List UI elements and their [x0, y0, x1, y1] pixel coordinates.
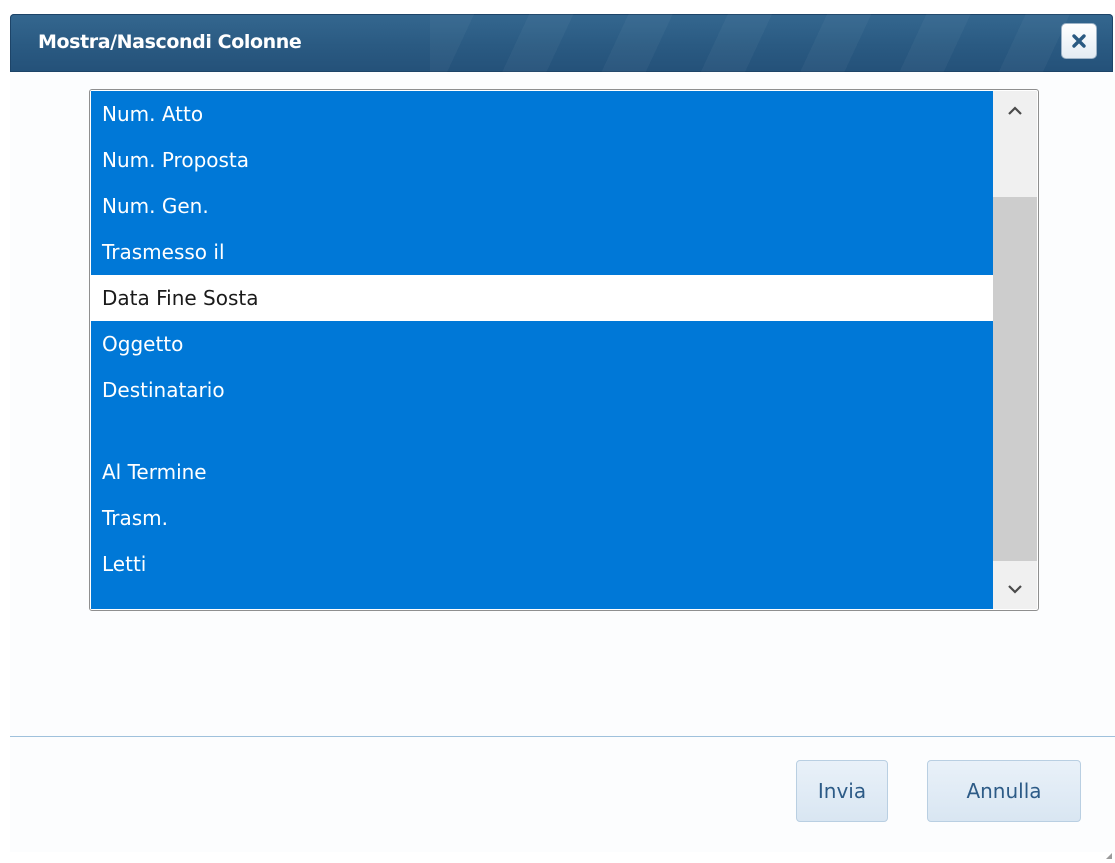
- option-num-atto[interactable]: Num. Atto: [91, 91, 993, 137]
- chevron-up-icon: [1007, 102, 1023, 121]
- columns-listbox[interactable]: Num. Atto Num. Proposta Num. Gen. Trasme…: [89, 89, 1039, 611]
- option-oggetto[interactable]: Oggetto: [91, 321, 993, 367]
- close-button[interactable]: [1061, 23, 1097, 59]
- cancel-button[interactable]: Annulla: [927, 760, 1081, 822]
- titlebar-texture: [430, 14, 1070, 72]
- option-destinatario[interactable]: Destinatario: [91, 367, 993, 413]
- option-letti[interactable]: Letti: [91, 541, 993, 587]
- dialog-titlebar[interactable]: Mostra/Nascondi Colonne: [10, 14, 1113, 72]
- chevron-down-icon: [1007, 580, 1023, 599]
- scroll-up-button[interactable]: [993, 91, 1037, 131]
- dialog-title: Mostra/Nascondi Colonne: [38, 31, 302, 53]
- option-num-gen[interactable]: Num. Gen.: [91, 183, 993, 229]
- option-al-termine[interactable]: Al Termine: [91, 449, 993, 495]
- option-blank[interactable]: [91, 413, 993, 449]
- columns-options: Num. Atto Num. Proposta Num. Gen. Trasme…: [91, 91, 993, 609]
- resize-grip-icon[interactable]: [1106, 844, 1112, 859]
- option-trasm[interactable]: Trasm.: [91, 495, 993, 541]
- listbox-scrollbar[interactable]: [993, 91, 1037, 609]
- option-trasmesso-il[interactable]: Trasmesso il: [91, 229, 993, 275]
- show-hide-columns-dialog: Mostra/Nascondi Colonne Num. Atto Num. P…: [10, 14, 1115, 859]
- footer-separator: [10, 736, 1115, 737]
- option-data-fine-sosta[interactable]: Data Fine Sosta: [91, 275, 993, 321]
- option-num-proposta[interactable]: Num. Proposta: [91, 137, 993, 183]
- scroll-down-button[interactable]: [993, 569, 1037, 609]
- submit-button[interactable]: Invia: [796, 760, 888, 822]
- close-icon: [1071, 33, 1087, 49]
- scroll-thumb[interactable]: [993, 197, 1037, 561]
